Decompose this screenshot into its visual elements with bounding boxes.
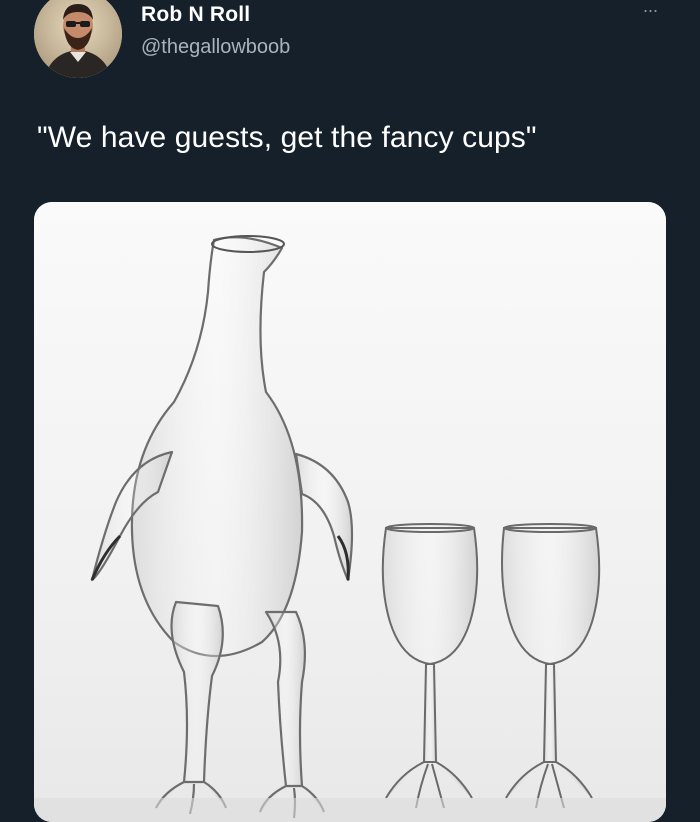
author-handle[interactable]: @thegallowboob [141, 36, 290, 59]
more-options-button[interactable]: ··· [634, 0, 666, 20]
tweet-text: "We have guests, get the fancy cups" [37, 121, 537, 154]
more-horizontal-icon: ··· [642, 0, 659, 20]
tweet: Rob N Roll @thegallowboob ··· "We have g… [0, 0, 700, 822]
author-name[interactable]: Rob N Roll [141, 3, 250, 27]
photo-glassware [34, 202, 666, 822]
avatar-image [34, 0, 122, 78]
avatar[interactable] [34, 0, 122, 78]
tweet-photo[interactable] [34, 202, 666, 822]
